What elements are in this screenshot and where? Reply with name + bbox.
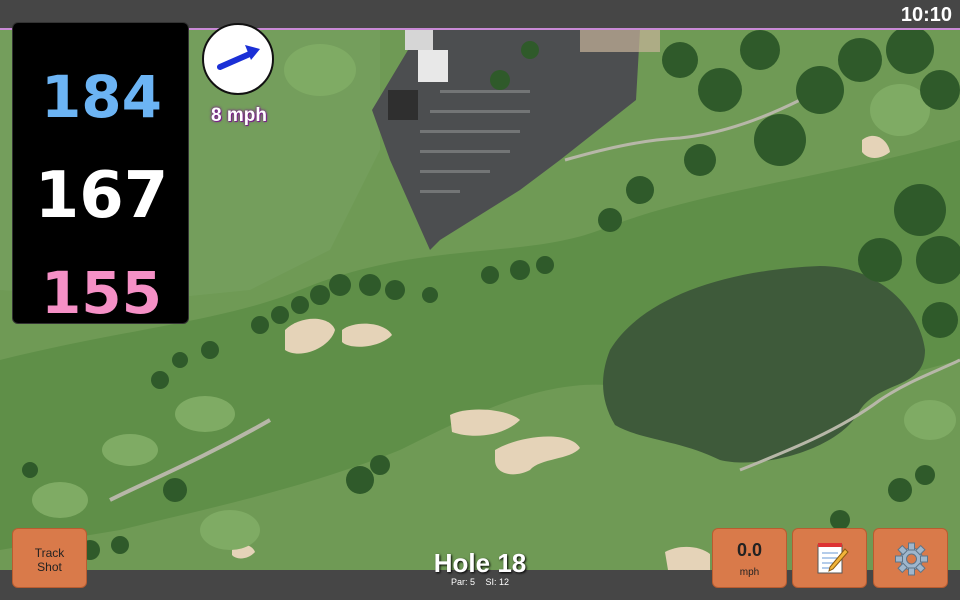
speed-unit: mph [739, 567, 760, 578]
track-shot-button[interactable]: Track Shot [12, 528, 87, 588]
wind-speed: 8 mph [211, 105, 267, 126]
distance-panel: 184 167 155 [12, 22, 189, 327]
hole-stroke-index: SI: 12 [485, 577, 510, 587]
gear-icon [895, 542, 928, 576]
hole-info: Par: 5 SI: 12 [380, 577, 580, 587]
notes-button[interactable] [792, 528, 867, 588]
front-distance: 155 [40, 259, 163, 327]
notepad-icon [817, 543, 849, 574]
track-shot-label-line1: Track [34, 546, 65, 560]
speed-button[interactable]: 0.0 mph [712, 528, 787, 588]
speed-value: 0.0 [736, 540, 763, 560]
wind-arrow-icon [217, 45, 260, 70]
settings-button[interactable] [873, 528, 948, 588]
hole-par: Par: 5 [450, 577, 475, 587]
back-distance: 184 [40, 63, 163, 131]
track-shot-label-line2: Shot [37, 560, 62, 574]
hole-title: Hole 18 [433, 548, 527, 578]
clock: 10:10 [900, 4, 952, 26]
wind-indicator [202, 23, 274, 95]
middle-distance: 167 [34, 159, 169, 233]
